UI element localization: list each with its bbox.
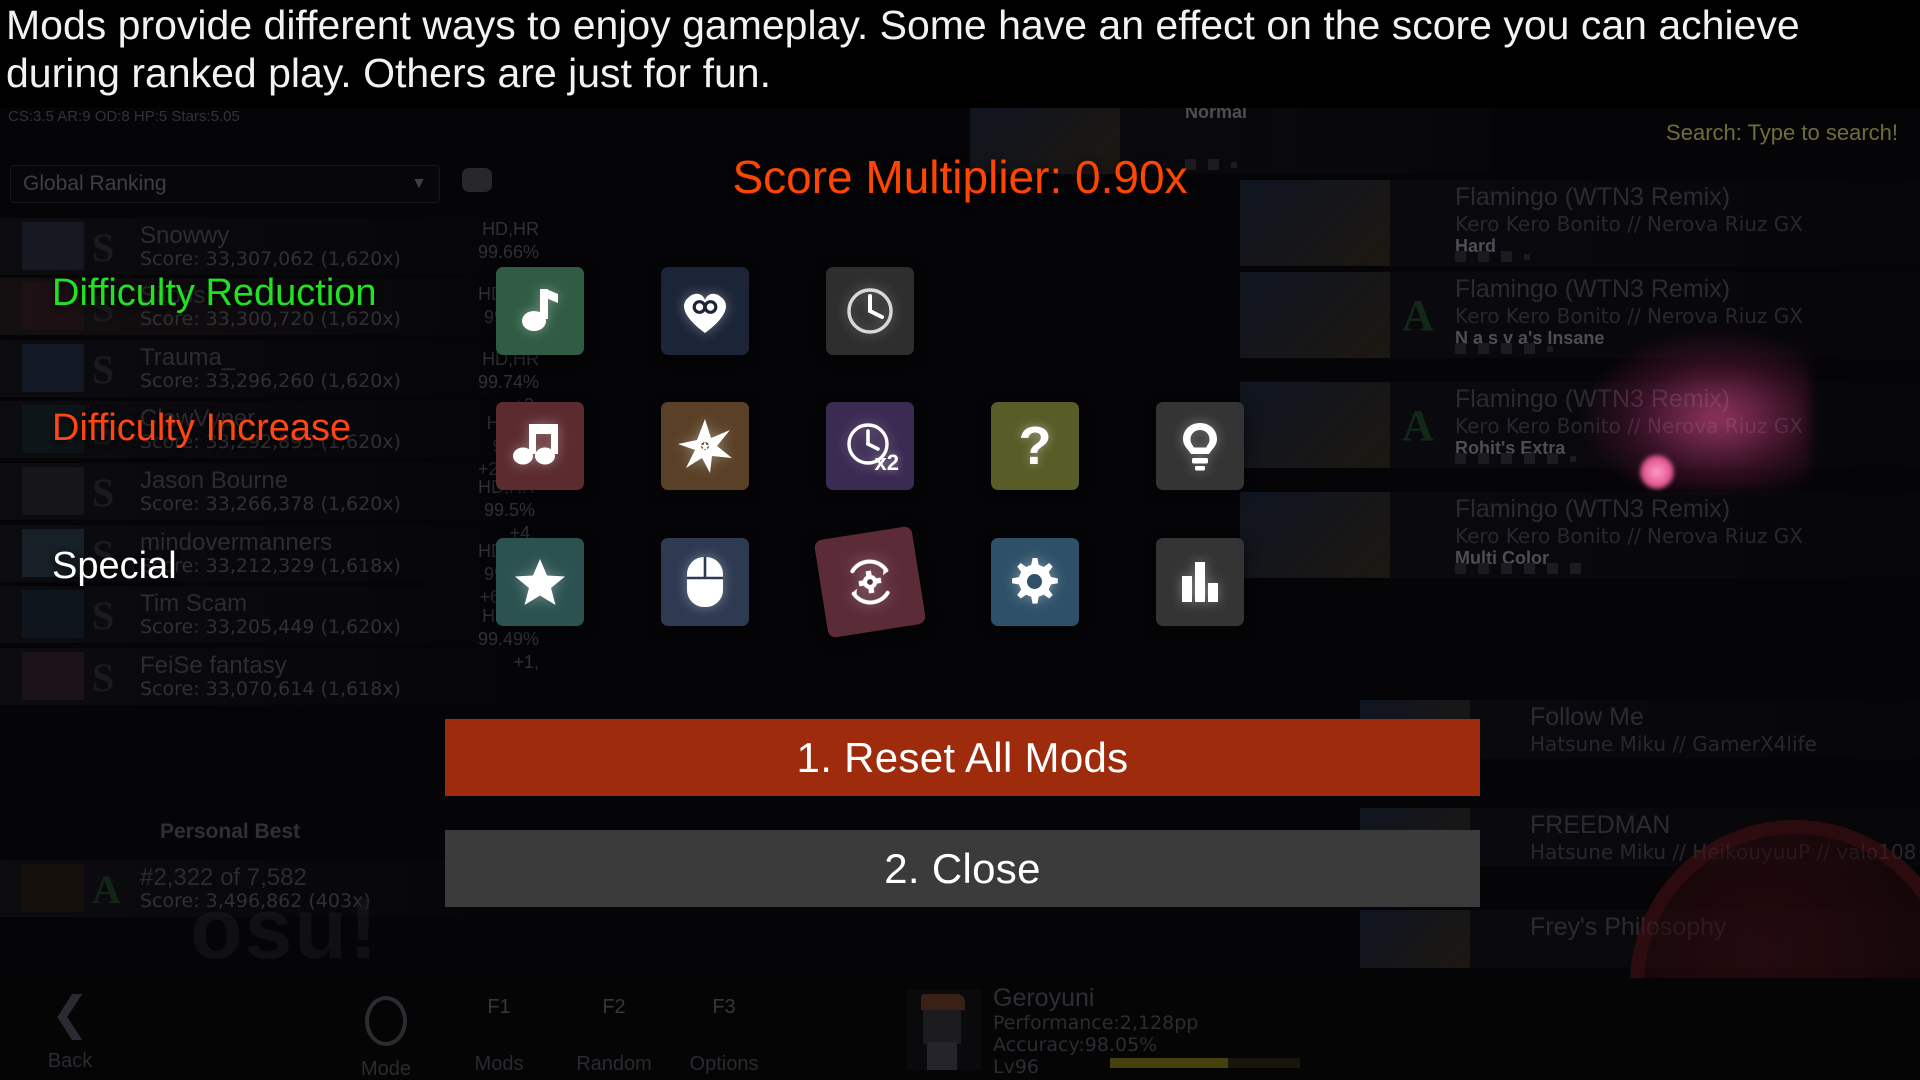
flashlight-mod[interactable]	[1156, 402, 1244, 490]
double-time-badge: x2	[874, 450, 899, 475]
half-time-mod[interactable]	[826, 267, 914, 355]
bar-chart-icon	[1182, 562, 1218, 602]
star-icon	[515, 559, 565, 605]
mod-description-header: Mods provide different ways to enjoy gam…	[0, 0, 1920, 108]
mod-row-difficulty-increase: x2 ?	[496, 402, 1244, 490]
double-music-note-icon	[513, 424, 558, 465]
score-v2-mod[interactable]	[1156, 538, 1244, 626]
autopilot-mod[interactable]	[661, 538, 749, 626]
category-special: Special	[52, 545, 177, 587]
mod-description-text: Mods provide different ways to enjoy gam…	[6, 2, 1800, 96]
easy-mod[interactable]	[496, 267, 584, 355]
relax-mod[interactable]	[496, 538, 584, 626]
star-burst-icon	[678, 419, 732, 473]
question-mark-icon: ?	[1018, 416, 1052, 476]
mod-row-difficulty-reduction	[496, 267, 914, 355]
close-button[interactable]: 2. Close	[445, 830, 1480, 907]
double-time-mod[interactable]: x2	[826, 402, 914, 490]
clock-icon	[847, 288, 893, 334]
sudden-death-mod[interactable]	[661, 402, 749, 490]
hidden-mod[interactable]: ?	[991, 402, 1079, 490]
reset-all-mods-button[interactable]: 1. Reset All Mods	[445, 719, 1480, 796]
spin-gear-icon	[850, 559, 890, 605]
category-difficulty-increase: Difficulty Increase	[52, 407, 352, 449]
no-fail-mod[interactable]	[661, 267, 749, 355]
music-note-icon	[522, 289, 558, 331]
category-difficulty-reduction: Difficulty Reduction	[52, 272, 377, 314]
mod-select-overlay: Mods provide different ways to enjoy gam…	[0, 0, 1920, 1080]
heart-infinity-icon	[684, 293, 726, 333]
score-multiplier: Score Multiplier: 0.90x	[732, 151, 1188, 203]
mouse-icon	[687, 557, 723, 607]
mod-row-special	[496, 525, 1244, 639]
gear-icon	[1012, 557, 1058, 604]
lightbulb-icon	[1183, 423, 1217, 471]
auto-mod[interactable]	[991, 538, 1079, 626]
hard-rock-mod[interactable]	[496, 402, 584, 490]
spun-out-mod[interactable]	[813, 525, 927, 639]
